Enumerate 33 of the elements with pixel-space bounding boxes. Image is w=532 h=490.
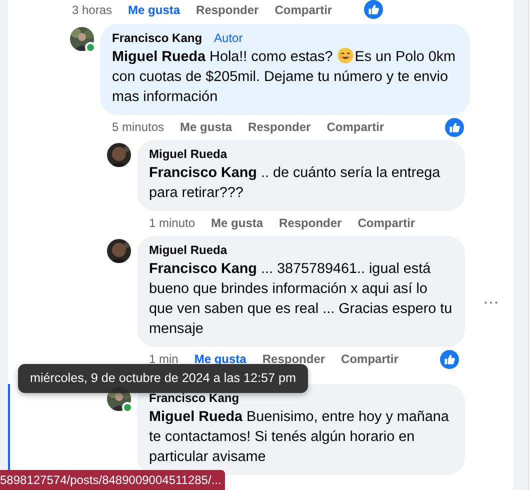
like-link[interactable]: Me gusta (211, 216, 264, 230)
share-link[interactable]: Compartir (326, 120, 384, 134)
share-link[interactable]: Compartir (274, 2, 332, 16)
share-link[interactable]: Compartir (341, 352, 398, 366)
more-options-button[interactable]: ··· (483, 294, 499, 312)
mention-link[interactable]: Francisco Kang (149, 165, 257, 181)
reply-link[interactable]: Responder (196, 2, 259, 16)
comment-text: Miguel Rueda Hola!! como estas? Es un Polo 0km con cuotas de $205mil. Dejame tu número y te envio mas información (112, 47, 457, 107)
mention-link[interactable]: Miguel Rueda (149, 409, 243, 425)
like-link[interactable]: Me gusta (194, 352, 246, 366)
smiling-face-icon (336, 47, 354, 64)
reply-link[interactable]: Responder (279, 216, 342, 230)
author-label: Autor (214, 31, 243, 46)
timestamp-link[interactable]: 3 horas (72, 2, 112, 16)
status-bar-url: 5898127574/posts/8489009004511285/... (0, 470, 226, 490)
timestamp-link[interactable]: 1 minuto (149, 216, 196, 230)
mention-link[interactable]: Francisco Kang (149, 261, 257, 277)
timestamp-tooltip: miércoles, 9 de octubre de 2024 a las 12:57 pm (18, 364, 308, 393)
timestamp-link[interactable]: 1 min (149, 352, 178, 366)
author-name[interactable]: Miguel Rueda (149, 243, 228, 258)
like-link[interactable]: Me gusta (180, 120, 232, 134)
comment-text: Miguel Rueda Buenisimo, entre hoy y mañana te contactamos! Si tenés algún horario en particular avisame (149, 408, 450, 467)
like-link[interactable]: Me gusta (128, 2, 180, 16)
author-name[interactable]: Francisco Kang (112, 31, 202, 46)
share-link[interactable]: Compartir (358, 216, 416, 230)
reply-link[interactable]: Responder (262, 352, 326, 366)
mention-link[interactable]: Miguel Rueda (112, 49, 206, 65)
comment-text: Francisco Kang .. de cuánto sería la entrega para retirar??? (149, 164, 442, 203)
timestamp-link[interactable]: 5 minutos (112, 120, 164, 134)
comment-text: Francisco Kang ... 3875789461.. igual está bueno que brindes información x aqui así lo que ven saben que es real ... Gracias espero tu mensaje (149, 260, 453, 339)
reply-link[interactable]: Responder (248, 120, 311, 134)
author-name[interactable]: Miguel Rueda (149, 147, 228, 162)
author-name[interactable]: Francisco Kang (149, 391, 240, 406)
